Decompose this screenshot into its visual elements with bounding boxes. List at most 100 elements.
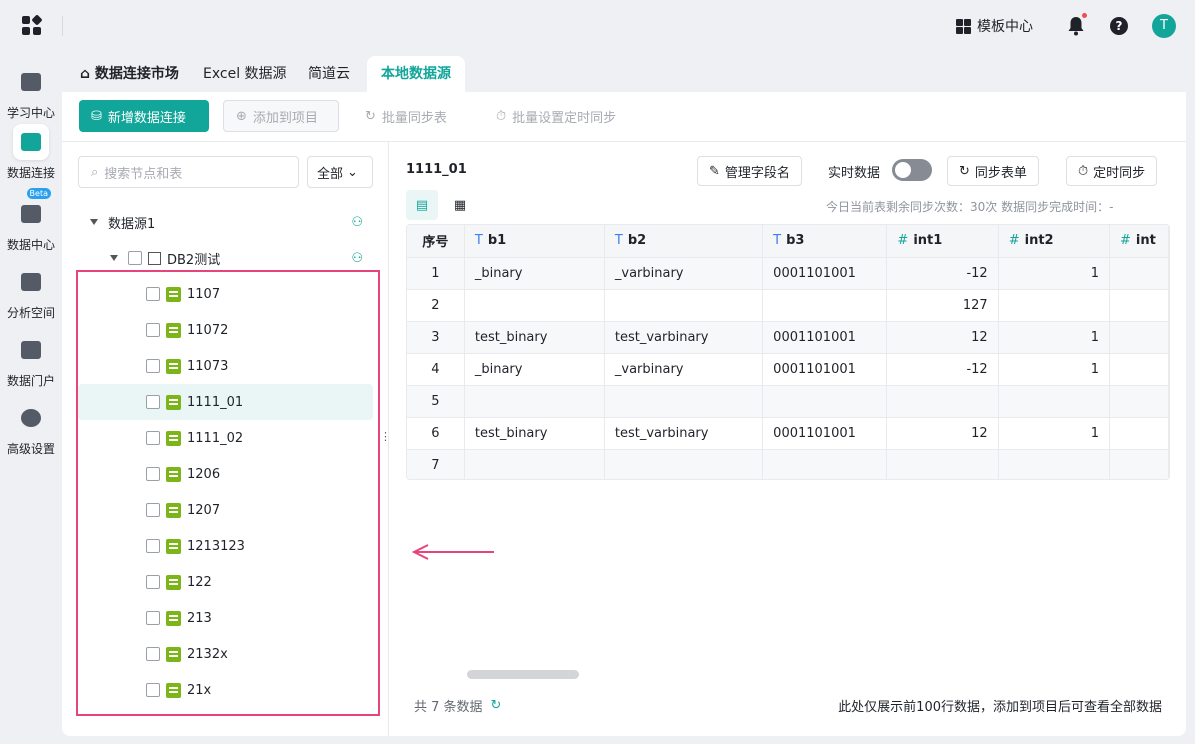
batch-sync-button[interactable]: ↻ 批量同步表 xyxy=(353,100,459,132)
checkbox[interactable] xyxy=(146,539,160,553)
nav-label: 学习中心 xyxy=(6,106,55,120)
caret-down-icon[interactable] xyxy=(110,255,118,261)
tab-jiandaoyun[interactable]: 简道云 xyxy=(294,56,364,92)
template-center-button[interactable]: 模板中心 xyxy=(956,16,1033,36)
tree-table-item[interactable]: 1107 xyxy=(78,276,373,312)
row-count: 共 7 条数据 ↻ xyxy=(414,696,501,715)
avatar[interactable]: T xyxy=(1152,14,1176,38)
app-logo-icon[interactable] xyxy=(22,14,43,36)
batch-schedule-button[interactable]: ⏱ 批量设置定时同步 xyxy=(484,100,628,132)
tree-table-item[interactable]: 1213123 xyxy=(78,528,373,564)
column-name: int1 xyxy=(913,233,943,249)
manage-fields-button[interactable]: ✎ 管理字段名 xyxy=(697,156,802,186)
checkbox[interactable] xyxy=(146,467,160,481)
tree-node-db[interactable]: DB2测试 ⚇ xyxy=(78,240,373,276)
view-switcher: ▤ ▦ xyxy=(406,190,476,220)
data-view-icon[interactable]: ▤ xyxy=(406,190,438,220)
nav-data-portal[interactable]: 数据门户 xyxy=(0,332,62,389)
nav-data-connection[interactable]: 数据连接 xyxy=(0,124,62,181)
checkbox[interactable] xyxy=(146,611,160,625)
table-row: 6 test_binary test_varbinary 0001101001 12 1 xyxy=(407,417,1169,450)
checkbox[interactable] xyxy=(146,683,160,697)
tree-table-item[interactable]: 2132x xyxy=(78,636,373,672)
cell xyxy=(762,289,888,322)
home-icon: ⌂ xyxy=(80,66,95,82)
node-label: 数据源1 xyxy=(108,216,156,232)
tree-node-source[interactable]: 数据源1 ⚇ xyxy=(78,204,373,240)
tree-table-item[interactable]: 11072 xyxy=(78,312,373,348)
horizontal-scrollbar[interactable] xyxy=(467,670,579,679)
cell: _binary xyxy=(464,353,605,386)
search-icon: ⌕ xyxy=(91,164,99,180)
cell: 0001101001 xyxy=(762,353,888,386)
tab-excel-source[interactable]: Excel 数据源 xyxy=(189,56,301,92)
data-table: 序号 Tb1 Tb2 Tb3 # int1 # int2 # int 1 _binary… xyxy=(406,224,1170,480)
sync-table-button[interactable]: ↻ 同步表单 xyxy=(947,156,1039,186)
template-center-label: 模板中心 xyxy=(977,19,1033,35)
table-icon xyxy=(166,610,181,626)
user-settings-icon[interactable]: ⚇ xyxy=(351,215,363,230)
nav-label: 分析空间 xyxy=(6,306,55,320)
cell: 0001101001 xyxy=(762,321,888,354)
tree-table-item-selected[interactable]: 1111_01 xyxy=(78,384,373,420)
nav-advanced-settings[interactable]: 高级设置 xyxy=(0,400,62,457)
tree-table-item[interactable]: 1111_02 xyxy=(78,420,373,456)
checkbox[interactable] xyxy=(146,431,160,445)
schedule-sync-button[interactable]: ⏱ 定时同步 xyxy=(1066,156,1158,186)
checkbox[interactable] xyxy=(146,647,160,661)
table-icon xyxy=(166,286,181,302)
cell: _binary xyxy=(464,257,605,290)
tree-table-item[interactable]: 1206 xyxy=(78,456,373,492)
nav-learning-center[interactable]: 学习中心 xyxy=(0,64,62,121)
sync-info: 今日当前表剩余同步次数：30次 数据同步完成时间：- xyxy=(826,200,1114,214)
tree-table-item[interactable]: 21x xyxy=(78,672,373,708)
cell: test_binary xyxy=(464,321,605,354)
annotation-arrow-icon xyxy=(411,544,494,560)
structure-view-icon[interactable]: ▦ xyxy=(444,190,476,220)
main-panel: ⌂ 数据连接市场 Excel 数据源 简道云 本地数据源 ⛁ 新增数据连接 ⊕ 添加… xyxy=(62,52,1186,736)
gear-icon xyxy=(13,400,49,436)
user-settings-icon[interactable]: ⚇ xyxy=(351,251,363,266)
cell xyxy=(998,449,1110,479)
database-connection-icon xyxy=(13,124,49,160)
tab-local-source[interactable]: 本地数据源 xyxy=(367,56,465,92)
table-icon xyxy=(166,466,181,482)
number-type-icon: # xyxy=(1119,233,1131,249)
search-input[interactable]: ⌕ 搜索节点和表 xyxy=(78,156,299,188)
table-name: 1111_01 xyxy=(187,394,244,410)
cell: 0001101001 xyxy=(762,257,888,290)
tree-table-item[interactable]: 213 xyxy=(78,600,373,636)
checkbox[interactable] xyxy=(146,323,160,337)
checkbox[interactable] xyxy=(146,395,160,409)
refresh-icon[interactable]: ↻ xyxy=(491,698,502,713)
table-row: 7 xyxy=(407,449,1169,479)
realtime-toggle[interactable] xyxy=(892,159,932,181)
tree-table-item[interactable]: 1207 xyxy=(78,492,373,528)
grid-icon xyxy=(956,18,971,34)
column-name: b2 xyxy=(627,233,647,249)
tree-table-item[interactable]: 122 xyxy=(78,564,373,600)
nav-analysis-space[interactable]: 分析空间 xyxy=(0,264,62,321)
cell xyxy=(604,289,764,322)
caret-down-icon[interactable] xyxy=(90,219,98,225)
checkbox[interactable] xyxy=(146,575,160,589)
new-connection-button[interactable]: ⛁ 新增数据连接 xyxy=(79,100,209,132)
checkbox[interactable] xyxy=(146,287,160,301)
cell xyxy=(1109,321,1169,354)
tab-connection-market[interactable]: ⌂ 数据连接市场 xyxy=(66,56,193,92)
tab-bar: ⌂ 数据连接市场 Excel 数据源 简道云 本地数据源 xyxy=(62,52,1186,92)
table-name: 11072 xyxy=(187,322,229,338)
cell: test_varbinary xyxy=(604,417,764,450)
help-icon[interactable]: ? xyxy=(1110,17,1128,35)
checkbox[interactable] xyxy=(146,359,160,373)
nav-data-center[interactable]: Beta 数据中心 xyxy=(0,188,62,253)
filter-select[interactable]: 全部 ⌄ xyxy=(307,156,373,188)
column-header: # int2 xyxy=(998,225,1110,258)
tree-table-item[interactable]: 11073 xyxy=(78,348,373,384)
bell-icon[interactable] xyxy=(1067,13,1087,36)
checkbox[interactable] xyxy=(146,503,160,517)
analysis-icon xyxy=(13,264,49,300)
table-row: 3 test_binary test_varbinary 0001101001 12 1 xyxy=(407,321,1169,354)
add-to-project-button[interactable]: ⊕ 添加到项目 xyxy=(223,100,339,132)
checkbox[interactable] xyxy=(128,251,142,265)
